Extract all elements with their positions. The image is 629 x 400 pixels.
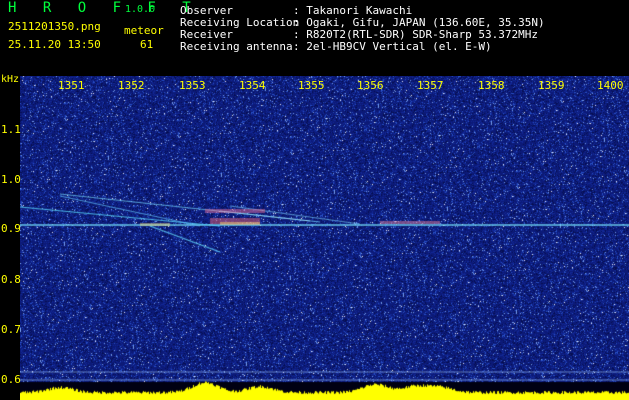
- capture-datetime: 25.11.20 13:50: [8, 38, 101, 51]
- y-axis-unit: kHz: [1, 74, 20, 85]
- y-tick-label: 0.9: [1, 222, 21, 235]
- y-tick-label: 1.1: [1, 123, 21, 136]
- x-tick-label: 1353: [179, 79, 206, 92]
- x-tick-label: 1354: [239, 79, 266, 92]
- x-tick-label: 1351: [58, 79, 85, 92]
- x-tick-label: 1358: [478, 79, 505, 92]
- antenna-value: : 2el-HB9CV Vertical (el. E-W): [293, 40, 492, 53]
- x-tick-label: 1352: [118, 79, 145, 92]
- y-tick-label: 1.0: [1, 173, 21, 186]
- meteor-label: meteor: [124, 24, 164, 37]
- y-tick-label: 0.8: [1, 273, 21, 286]
- app-brand: H R O F F T: [8, 0, 200, 16]
- x-tick-label: 1355: [298, 79, 325, 92]
- header-panel: H R O F F T 1.0.0 2511201350.png 25.11.2…: [0, 0, 629, 76]
- spectrogram-display: [20, 76, 629, 400]
- y-tick-label: 0.7: [1, 323, 21, 336]
- x-tick-label: 1359: [538, 79, 565, 92]
- x-tick-label: 1400: [597, 79, 624, 92]
- app-version: 1.0.0: [125, 4, 156, 15]
- capture-filename: 2511201350.png: [8, 20, 101, 33]
- antenna-label: Receiving antenna: [180, 40, 293, 53]
- meteor-count: 61: [140, 38, 154, 51]
- x-tick-label: 1356: [357, 79, 384, 92]
- x-tick-label: 1357: [417, 79, 444, 92]
- y-tick-label: 0.6: [1, 373, 21, 386]
